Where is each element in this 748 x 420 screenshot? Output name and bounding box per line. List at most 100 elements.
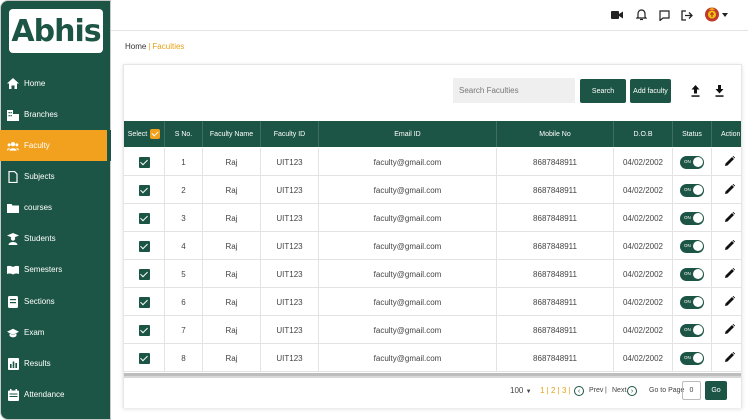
status-toggle[interactable]: ON: [680, 295, 704, 309]
sidebar-item-results[interactable]: Results: [0, 348, 111, 379]
results-icon: [7, 357, 19, 370]
sno-cell: 4: [165, 232, 203, 260]
caret-down-icon[interactable]: [721, 9, 729, 21]
row-checkbox[interactable]: [138, 184, 150, 196]
goto-page-input[interactable]: 0: [682, 381, 701, 400]
sidebar-item-label: Results: [24, 359, 51, 368]
faculty-id-cell: UIT123: [261, 344, 319, 372]
edit-icon[interactable]: [725, 239, 736, 252]
home-icon: [7, 78, 19, 90]
sidebar-item-students[interactable]: Students: [0, 223, 111, 254]
select-cell: [124, 316, 165, 344]
row-checkbox[interactable]: [138, 324, 150, 336]
breadcrumb-home[interactable]: Home: [125, 42, 146, 51]
action-cell: [712, 232, 741, 260]
status-cell: ON: [673, 316, 712, 344]
row-checkbox[interactable]: [138, 212, 150, 224]
search-button[interactable]: Search: [580, 79, 626, 103]
select-cell: [124, 344, 165, 372]
faculty-id-cell: UIT123: [261, 260, 319, 288]
header-status: Status: [673, 121, 712, 147]
dob-cell: 04/02/2002: [614, 316, 673, 344]
video-icon[interactable]: [611, 9, 623, 21]
table-row[interactable]: 8 Raj UIT123 faculty@gmail.com 8687848911 04/…: [124, 344, 741, 372]
select-cell: [124, 288, 165, 316]
sidebar-item-sections[interactable]: Sections: [0, 286, 111, 317]
edit-icon[interactable]: [725, 267, 736, 280]
table-row[interactable]: 4 Raj UIT123 faculty@gmail.com 8687848911 04/…: [124, 232, 741, 260]
row-checkbox[interactable]: [138, 352, 150, 364]
table-row[interactable]: 2 Raj UIT123 faculty@gmail.com 8687848911 04/…: [124, 176, 741, 204]
row-checkbox[interactable]: [138, 240, 150, 252]
go-button[interactable]: Go: [705, 381, 727, 400]
toggle-knob: [692, 185, 703, 195]
upload-icon[interactable]: [689, 84, 701, 98]
sidebar-item-label: Semesters: [24, 265, 63, 274]
sidebar-item-label: Attendance: [24, 390, 65, 399]
sidebar-item-semesters[interactable]: Semesters: [0, 254, 111, 285]
status-cell: ON: [673, 176, 712, 204]
top-bar: [111, 0, 748, 31]
faculty-id-cell: UIT123: [261, 288, 319, 316]
sno-cell: 6: [165, 288, 203, 316]
sidebar-item-attendance[interactable]: Attendance: [0, 379, 111, 410]
edit-icon[interactable]: [725, 155, 736, 168]
page-numbers[interactable]: 1 | 2 | 3 |: [540, 386, 571, 395]
select-cell: [124, 148, 165, 176]
table-row[interactable]: 3 Raj UIT123 faculty@gmail.com 8687848911 04/…: [124, 204, 741, 232]
toggle-knob: [692, 297, 703, 307]
edit-icon[interactable]: [725, 183, 736, 196]
header-email: Email ID: [319, 121, 497, 147]
sidebar-item-branches[interactable]: Branches: [0, 99, 111, 130]
avatar-emblem-icon[interactable]: [704, 6, 720, 23]
status-toggle[interactable]: ON: [680, 211, 704, 225]
bell-icon[interactable]: [635, 9, 647, 21]
table-row[interactable]: 1 Raj UIT123 faculty@gmail.com 8687848911 04/…: [124, 148, 741, 176]
next-arrow-icon[interactable]: ›: [627, 386, 637, 396]
select-all-checkbox[interactable]: [150, 129, 161, 139]
table-row[interactable]: 5 Raj UIT123 faculty@gmail.com 8687848911 04/…: [124, 260, 741, 288]
goto-label: Go to Page: [649, 387, 685, 394]
header-action: Action: [721, 130, 741, 138]
select-cell: [124, 232, 165, 260]
chat-icon[interactable]: [658, 9, 670, 21]
status-toggle[interactable]: ON: [680, 183, 704, 197]
status-toggle[interactable]: ON: [680, 155, 704, 169]
status-toggle[interactable]: ON: [680, 267, 704, 281]
sidebar-item-faculty[interactable]: Faculty: [0, 130, 111, 161]
sidebar-item-label: Students: [24, 234, 56, 243]
status-toggle[interactable]: ON: [680, 323, 704, 337]
table-row[interactable]: 6 Raj UIT123 faculty@gmail.com 8687848911 04/…: [124, 288, 741, 316]
table-row[interactable]: 7 Raj UIT123 faculty@gmail.com 8687848911 04/…: [124, 316, 741, 344]
sidebar-item-home[interactable]: Home: [0, 68, 111, 99]
graduation-cap-icon: [7, 327, 19, 339]
header-select: Select: [124, 121, 165, 147]
logout-icon[interactable]: [681, 9, 693, 21]
download-icon[interactable]: [713, 84, 725, 98]
logo[interactable]: Abhis: [9, 9, 103, 53]
prev-link[interactable]: Prev: [589, 387, 603, 394]
edit-icon[interactable]: [725, 211, 736, 224]
faculty-id-cell: UIT123: [261, 176, 319, 204]
search-input[interactable]: [453, 78, 575, 103]
edit-icon[interactable]: [725, 351, 736, 364]
row-checkbox[interactable]: [138, 296, 150, 308]
status-cell: ON: [673, 204, 712, 232]
edit-icon[interactable]: [725, 323, 736, 336]
sidebar-item-label: Home: [24, 79, 46, 88]
edit-icon[interactable]: [725, 295, 736, 308]
page-size-select[interactable]: 100 ▼: [510, 386, 532, 395]
sidebar-item-courses[interactable]: courses: [0, 192, 111, 223]
header-sno: S No.: [165, 121, 203, 147]
action-cell: [712, 204, 741, 232]
row-checkbox[interactable]: [138, 156, 150, 168]
status-toggle[interactable]: ON: [680, 351, 704, 365]
row-checkbox[interactable]: [138, 268, 150, 280]
prev-arrow-icon[interactable]: ‹: [574, 386, 584, 396]
status-toggle[interactable]: ON: [680, 239, 704, 253]
sidebar-item-exam[interactable]: Exam: [0, 317, 111, 348]
add-faculty-button[interactable]: Add faculty: [630, 79, 671, 103]
next-link[interactable]: Next: [612, 387, 626, 394]
sidebar-item-subjects[interactable]: Subjects: [0, 161, 111, 192]
logo-text: Abhis: [11, 13, 101, 49]
